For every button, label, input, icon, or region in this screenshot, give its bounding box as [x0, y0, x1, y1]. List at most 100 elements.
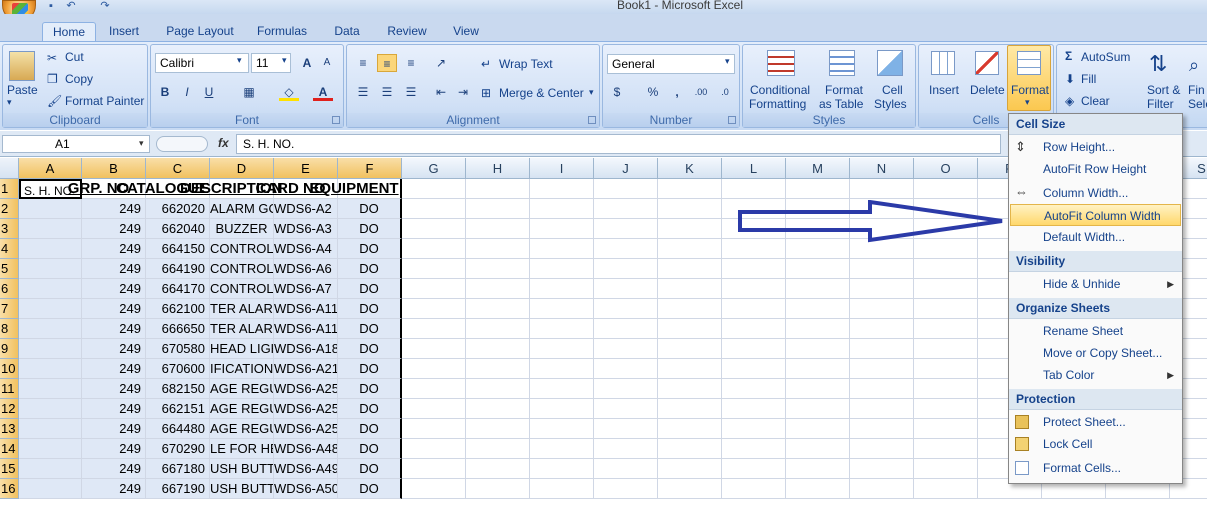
cell[interactable] [594, 419, 658, 439]
cell[interactable]: WDS6-A4 [274, 239, 338, 259]
cell[interactable]: DO [338, 339, 402, 359]
cell[interactable]: ALARM GON [210, 199, 274, 219]
cell[interactable] [786, 439, 850, 459]
align-top-icon[interactable]: ≡ [353, 54, 373, 72]
column-header[interactable]: C [146, 158, 210, 179]
align-left-icon[interactable]: ☰ [353, 83, 373, 101]
row-header[interactable]: 10 [0, 359, 19, 379]
cell[interactable] [19, 359, 82, 379]
cell[interactable] [466, 379, 530, 399]
cell[interactable] [786, 479, 850, 499]
row-header[interactable]: 14 [0, 439, 19, 459]
cell[interactable] [722, 319, 786, 339]
column-header[interactable]: I [530, 158, 594, 179]
grow-font-button[interactable]: A [297, 54, 317, 72]
cell[interactable] [466, 279, 530, 299]
cell[interactable]: WDS6-A2 [274, 199, 338, 219]
decrease-decimal-button[interactable]: .0 [715, 83, 735, 101]
cell[interactable] [658, 439, 722, 459]
cell[interactable] [402, 479, 466, 499]
cell[interactable]: 249 [82, 239, 146, 259]
currency-icon[interactable]: $ [607, 83, 627, 101]
name-box[interactable]: A1 [2, 135, 150, 153]
cell[interactable]: 666650 [146, 319, 210, 339]
menu-item-hide-unhide[interactable]: Hide & Unhide [1010, 273, 1181, 295]
cell[interactable] [466, 219, 530, 239]
decrease-indent-icon[interactable]: ⇤ [431, 83, 451, 101]
row-header[interactable]: 11 [0, 379, 19, 399]
cell[interactable] [402, 419, 466, 439]
cell[interactable]: IFICATION [210, 359, 274, 379]
cell[interactable] [19, 419, 82, 439]
cell[interactable]: LE FOR HEA [210, 439, 274, 459]
select-all-corner[interactable] [0, 158, 19, 179]
cell[interactable] [722, 399, 786, 419]
fill-button[interactable]: Fill [1081, 72, 1096, 86]
menu-item-row-height[interactable]: Row Height... [1010, 136, 1181, 158]
wrap-text-button[interactable]: Wrap Text [499, 57, 553, 71]
cell[interactable] [850, 179, 914, 199]
save-icon[interactable]: ▪ [44, 0, 58, 12]
cell[interactable]: 670580 [146, 339, 210, 359]
cell[interactable]: WDS6-A3 [274, 219, 338, 239]
chevron-down-icon[interactable]: ▾ [7, 97, 12, 108]
cell[interactable]: 662100 [146, 299, 210, 319]
cell[interactable] [850, 419, 914, 439]
cell[interactable] [19, 199, 82, 219]
sort-filter-button[interactable]: Sort & [1147, 83, 1180, 97]
cell[interactable] [594, 259, 658, 279]
cell[interactable] [402, 259, 466, 279]
cell[interactable]: 249 [82, 379, 146, 399]
row-header[interactable]: 12 [0, 399, 19, 419]
column-header[interactable]: B [82, 158, 146, 179]
cell[interactable] [594, 279, 658, 299]
row-header[interactable]: 15 [0, 459, 19, 479]
chevron-down-icon[interactable]: ▾ [589, 87, 594, 98]
cell[interactable] [530, 179, 594, 199]
cell[interactable] [722, 419, 786, 439]
row-header[interactable]: 7 [0, 299, 19, 319]
merge-icon[interactable]: ⊞ [481, 86, 491, 100]
bold-button[interactable]: B [155, 83, 175, 101]
cell[interactable] [850, 339, 914, 359]
cell[interactable] [530, 239, 594, 259]
row-header[interactable]: 2 [0, 199, 19, 219]
menu-item-format-cells[interactable]: Format Cells... [1010, 457, 1181, 479]
cell[interactable] [594, 379, 658, 399]
column-header[interactable]: J [594, 158, 658, 179]
cell[interactable] [658, 239, 722, 259]
insert-button[interactable]: Insert [929, 83, 959, 97]
cell[interactable] [19, 339, 82, 359]
cell[interactable] [402, 379, 466, 399]
cell[interactable] [402, 399, 466, 419]
cell[interactable]: 664480 [146, 419, 210, 439]
fill-icon[interactable]: ⬇ [1065, 72, 1075, 86]
menu-item-default-width[interactable]: Default Width... [1010, 226, 1181, 248]
italic-button[interactable]: I [177, 83, 197, 101]
underline-button[interactable]: U [199, 83, 219, 101]
copy-button[interactable]: Copy [65, 72, 93, 86]
cell[interactable] [594, 219, 658, 239]
orientation-icon[interactable]: ↗ [431, 54, 451, 72]
cell[interactable] [658, 219, 722, 239]
cell[interactable] [786, 339, 850, 359]
cell[interactable]: AGE REGUL [210, 379, 274, 399]
cell[interactable] [402, 459, 466, 479]
paste-icon[interactable] [9, 51, 35, 81]
menu-item-protect-sheet[interactable]: Protect Sheet... [1010, 411, 1181, 433]
percent-button[interactable]: % [643, 83, 663, 101]
cell[interactable] [722, 359, 786, 379]
comma-button[interactable]: , [667, 83, 687, 101]
cell[interactable]: 667190 [146, 479, 210, 499]
row-header[interactable]: 13 [0, 419, 19, 439]
cell[interactable] [402, 199, 466, 219]
cell[interactable] [19, 259, 82, 279]
column-header[interactable]: G [402, 158, 466, 179]
cell[interactable]: WDS6-A50 [274, 479, 338, 499]
cell[interactable] [402, 359, 466, 379]
row-header[interactable]: 6 [0, 279, 19, 299]
cell[interactable]: 664190 [146, 259, 210, 279]
cell[interactable]: DO [338, 399, 402, 419]
cut-button[interactable]: Cut [65, 50, 84, 64]
chevron-down-icon[interactable]: ▾ [139, 138, 144, 149]
